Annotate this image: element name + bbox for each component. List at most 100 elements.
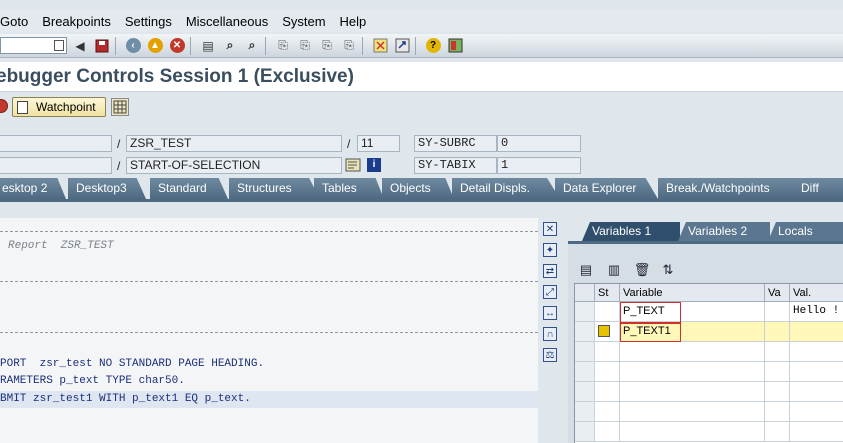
save-icon[interactable] xyxy=(93,37,111,55)
find-next-icon[interactable]: ⌕ xyxy=(243,37,261,55)
empty-cell xyxy=(765,382,790,402)
menu-bar: Goto Breakpoints Settings Miscellaneous … xyxy=(0,10,843,32)
row-selector[interactable] xyxy=(575,422,595,442)
line-number-field: 11 xyxy=(357,135,400,152)
program-field: ZSR_TEST xyxy=(126,135,342,152)
sort-icon[interactable]: ⇅ xyxy=(660,262,676,278)
tab-diff[interactable]: Diff xyxy=(793,178,843,199)
delete-icon[interactable]: 🗑 xyxy=(634,262,651,278)
first-page-icon[interactable]: ⎘ xyxy=(274,37,292,55)
cancel-icon[interactable]: ✕ xyxy=(168,37,186,55)
value-type-cell xyxy=(765,322,790,342)
tab-standard[interactable]: Standard xyxy=(150,178,228,199)
display-source-icon[interactable] xyxy=(344,156,362,174)
empty-cell xyxy=(765,422,790,442)
info-icon[interactable]: i xyxy=(365,156,383,174)
toolbar-separator xyxy=(265,36,266,55)
tab-variables-2[interactable]: Variables 2 xyxy=(678,222,770,241)
exit-icon[interactable]: ▲ xyxy=(146,37,164,55)
variable-name-cell[interactable]: P_TEXT1 xyxy=(620,322,765,342)
row-selector[interactable] xyxy=(575,322,595,342)
shortcut-icon[interactable] xyxy=(393,37,411,55)
empty-cell xyxy=(790,402,843,422)
menu-settings[interactable]: Settings xyxy=(125,14,172,29)
code-divider xyxy=(0,332,538,333)
layout-grid-icon[interactable] xyxy=(111,98,129,116)
page-title: ebugger Controls Session 1 (Exclusive) xyxy=(0,66,354,87)
empty-cell xyxy=(595,362,620,382)
code-line-current: BMIT zsr_test1 WITH p_text1 EQ p_text. xyxy=(0,393,251,405)
change-marker-icon xyxy=(598,325,610,337)
variable-name-cell[interactable]: P_TEXT xyxy=(620,302,765,322)
code-divider xyxy=(0,231,538,232)
column-header-val[interactable]: Val. xyxy=(790,284,843,302)
source-code-view[interactable]: Report ZSR_TEST PORT zsr_test NO STANDAR… xyxy=(0,218,538,443)
command-field[interactable] xyxy=(0,37,67,54)
variable-name: P_TEXT1 xyxy=(623,325,671,337)
tab-desktop-2[interactable]: esktop 2 xyxy=(0,178,66,199)
settings-tool-icon[interactable]: ⚖ xyxy=(543,348,557,362)
empty-cell[interactable] xyxy=(620,402,765,422)
column-header-va[interactable]: Va xyxy=(765,284,790,302)
expand-icon[interactable]: ◀ xyxy=(71,37,89,55)
code-line: RAMETERS p_text TYPE char50. xyxy=(0,375,185,387)
toolbar-separator xyxy=(362,36,363,55)
sap-debugger-window: Goto Breakpoints Settings Miscellaneous … xyxy=(0,0,843,443)
sysvar-subrc-name: SY-SUBRC xyxy=(414,135,497,152)
menu-goto[interactable]: Goto xyxy=(0,14,28,29)
event-field: START-OF-SELECTION xyxy=(126,157,342,174)
tab-variables-1[interactable]: Variables 1 xyxy=(582,222,680,241)
empty-cell[interactable] xyxy=(620,362,765,382)
back-icon[interactable]: ‹ xyxy=(124,37,142,55)
row-selector[interactable] xyxy=(575,302,595,322)
row-selector[interactable] xyxy=(575,342,595,362)
row-selector[interactable] xyxy=(575,382,595,402)
layout-icon[interactable] xyxy=(446,37,464,55)
menu-system[interactable]: System xyxy=(282,14,325,29)
replace-tool-icon[interactable]: ⇄ xyxy=(543,264,557,278)
edit-variable-icon[interactable]: ▥ xyxy=(606,262,622,278)
tab-locals[interactable]: Locals xyxy=(768,222,843,241)
add-variable-icon[interactable]: ▤ xyxy=(578,262,594,278)
new-session-icon[interactable] xyxy=(371,37,389,55)
row-selector[interactable] xyxy=(575,402,595,422)
empty-cell[interactable] xyxy=(620,422,765,442)
row-selector[interactable] xyxy=(575,362,595,382)
swap-tool-icon[interactable]: ↔ xyxy=(543,306,557,320)
print-icon[interactable]: ▤ xyxy=(199,37,217,55)
status-cell xyxy=(595,302,620,322)
stop-icon[interactable] xyxy=(0,99,8,113)
desktop-tabstrip: esktop 2 Desktop3 Standard Structures Ta… xyxy=(0,178,843,199)
tab-structures[interactable]: Structures xyxy=(229,178,320,199)
tab-break-watchpoints[interactable]: Break./Watchpoints xyxy=(658,178,815,199)
command-history-icon[interactable] xyxy=(54,40,64,51)
next-page-icon[interactable]: ⎘ xyxy=(318,37,336,55)
tab-objects[interactable]: Objects xyxy=(382,178,454,199)
menu-miscellaneous[interactable]: Miscellaneous xyxy=(186,14,268,29)
empty-cell[interactable] xyxy=(620,382,765,402)
close-tool-icon[interactable]: ✕ xyxy=(543,222,557,236)
variables-table: St Variable Va Val. P_TEXT Hello ! P_TEX… xyxy=(574,283,843,443)
tab-desktop3[interactable]: Desktop3 xyxy=(68,178,146,199)
column-header-st[interactable]: St xyxy=(595,284,620,302)
previous-page-icon[interactable]: ⎘ xyxy=(296,37,314,55)
find-icon[interactable]: ⌕ xyxy=(221,37,239,55)
column-header-variable[interactable]: Variable xyxy=(620,284,765,302)
empty-cell[interactable] xyxy=(620,342,765,362)
status-cell xyxy=(595,322,620,342)
watchpoint-button[interactable]: Watchpoint xyxy=(12,97,106,117)
services-tool-icon[interactable]: ∩ xyxy=(543,327,557,341)
menu-breakpoints[interactable]: Breakpoints xyxy=(42,14,111,29)
menu-help[interactable]: Help xyxy=(340,14,367,29)
standard-toolbar: ◀ ‹ ▲ ✕ ▤ ⌕ ⌕ ⎘ ⎘ ⎘ ⎘ ? xyxy=(0,34,843,58)
empty-cell xyxy=(595,382,620,402)
empty-cell xyxy=(790,342,843,362)
last-page-icon[interactable]: ⎘ xyxy=(340,37,358,55)
tab-detail-displs[interactable]: Detail Displs. xyxy=(452,178,560,199)
tab-data-explorer[interactable]: Data Explorer xyxy=(555,178,658,199)
new-tool-icon[interactable]: ✦ xyxy=(543,243,557,257)
empty-cell xyxy=(765,362,790,382)
help-icon[interactable]: ? xyxy=(424,37,442,55)
maximize-tool-icon[interactable]: ⤢ xyxy=(543,285,557,299)
tab-tables[interactable]: Tables xyxy=(314,178,384,199)
